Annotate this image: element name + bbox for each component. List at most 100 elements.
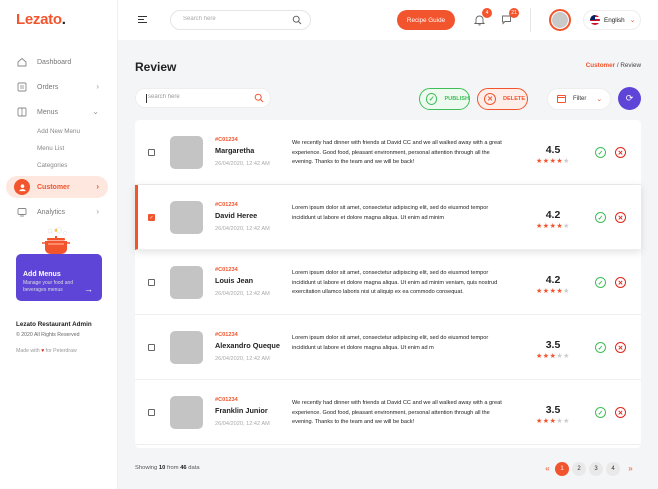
logo[interactable]: Lezato. — [16, 11, 66, 28]
text-caret — [146, 94, 147, 103]
customer-name: Alexandro Queque — [215, 341, 280, 350]
sidebar-item-dashboard[interactable]: Dashboard — [6, 51, 108, 73]
uk-flag-icon — [590, 15, 600, 25]
page-button-2[interactable]: 2 — [572, 461, 586, 476]
review-date: 26/04/2020, 12:42 AM — [215, 291, 270, 297]
arrow-right-icon[interactable]: → — [84, 284, 93, 294]
publish-button[interactable]: ✓ PUBLISH — [419, 88, 470, 110]
sidebar-item-customer[interactable]: Customer › — [6, 176, 108, 198]
breadcrumb-customer[interactable]: Customer — [586, 62, 615, 69]
sidebar-item-label: Analytics — [37, 208, 66, 216]
sidebar-subitem-add-new-menu[interactable]: Add New Menu — [37, 128, 80, 135]
approve-icon[interactable]: ✓ — [595, 147, 606, 158]
row-checkbox[interactable]: ✓ — [148, 214, 155, 221]
customer-name: David Heree — [215, 211, 258, 220]
customer-icon — [14, 179, 30, 195]
review-date: 26/04/2020, 12:42 AM — [215, 161, 270, 167]
add-menus-card[interactable]: Add Menus Manage your food and beverages… — [16, 254, 102, 301]
review-id: #C01234 — [215, 267, 238, 273]
review-text: Lorem ipsum dolor sit amet, consectetur … — [292, 205, 489, 221]
customer-name: Franklin Junior — [215, 406, 268, 415]
avatar[interactable] — [549, 9, 571, 31]
filter-dropdown[interactable]: Filter ⌄ — [547, 88, 611, 110]
star-rating: ★★★★★ — [536, 352, 576, 360]
showing-count: Showing 10 from 46 data — [135, 465, 200, 471]
footer-copyright: © 2020 All Rights Reserved — [16, 332, 80, 338]
star-rating: ★★★★★ — [536, 287, 576, 295]
reject-icon[interactable]: ✕ — [615, 342, 626, 353]
review-date: 26/04/2020, 12:42 AM — [215, 226, 270, 232]
chevron-down-icon: ⌄ — [92, 107, 99, 116]
reject-icon[interactable]: ✕ — [615, 277, 626, 288]
footer-made-with: Made with ♥ for Peterdraw — [16, 348, 77, 354]
approve-icon[interactable]: ✓ — [595, 212, 606, 223]
messages-button[interactable]: 21 — [501, 8, 519, 26]
review-row[interactable]: #C01234 Louis Jean 26/04/2020, 12:42 AM … — [135, 250, 641, 315]
search-icon[interactable] — [254, 93, 264, 105]
row-checkbox[interactable] — [148, 279, 155, 286]
search-icon[interactable] — [292, 15, 302, 27]
review-score: 3.5 — [545, 404, 561, 416]
page-button-1[interactable]: 1 — [555, 461, 569, 476]
reject-icon[interactable]: ✕ — [615, 212, 626, 223]
approve-icon[interactable]: ✓ — [595, 407, 606, 418]
top-search-box[interactable] — [170, 10, 311, 30]
review-search-box[interactable] — [135, 88, 271, 108]
review-text: We recently had dinner with friends at D… — [292, 140, 502, 165]
promo-title: Add Menus — [23, 271, 61, 278]
star-filled-icon: ★ — [536, 288, 543, 295]
sidebar-item-menus[interactable]: Menus ⌄ — [6, 101, 108, 123]
review-id: #C01234 — [215, 137, 238, 143]
next-page-icon[interactable]: » — [623, 464, 638, 473]
star-empty-icon: ★ — [563, 158, 570, 165]
approve-icon[interactable]: ✓ — [595, 342, 606, 353]
review-row[interactable]: #C01234 Franklin Junior 26/04/2020, 12:4… — [135, 380, 641, 445]
breadcrumb-review: Review — [620, 62, 641, 69]
cooking-pot-illustration — [38, 227, 74, 259]
review-id: #C01234 — [215, 332, 238, 338]
sidebar-subitem-menu-list[interactable]: Menu List — [37, 145, 64, 152]
customer-name: Margaretha — [215, 146, 255, 155]
row-checkbox[interactable] — [148, 344, 155, 351]
star-filled-icon: ★ — [536, 223, 543, 230]
page-button-3[interactable]: 3 — [589, 461, 603, 476]
review-search-input[interactable] — [148, 94, 248, 100]
page-title: Review — [135, 60, 177, 74]
review-id: #C01234 — [215, 397, 238, 403]
row-checkbox[interactable] — [148, 409, 155, 416]
promo-description: Manage your food and beverages menus — [23, 280, 74, 293]
divider — [530, 8, 531, 32]
chevron-right-icon: › — [96, 182, 99, 191]
delete-button[interactable]: ✕ DELETE — [477, 88, 528, 110]
reject-icon[interactable]: ✕ — [615, 147, 626, 158]
review-row[interactable]: ✓ #C01234 David Heree 26/04/2020, 12:42 … — [135, 185, 641, 250]
prev-page-icon[interactable]: « — [540, 464, 555, 473]
notifications-button[interactable]: 4 — [473, 8, 492, 26]
approve-icon[interactable]: ✓ — [595, 277, 606, 288]
page-button-4[interactable]: 4 — [606, 461, 620, 476]
review-row[interactable]: #C01234 Margaretha 26/04/2020, 12:42 AM … — [135, 120, 641, 185]
star-rating: ★★★★★ — [536, 417, 576, 425]
star-empty-icon: ★ — [563, 353, 570, 360]
star-filled-icon: ★ — [536, 353, 543, 360]
review-text: We recently had dinner with friends at D… — [292, 400, 502, 425]
review-date: 26/04/2020, 12:42 AM — [215, 421, 270, 427]
language-selector[interactable]: English ⌄ — [583, 10, 641, 30]
sidebar-item-label: Menus — [37, 108, 59, 116]
row-checkbox[interactable] — [148, 149, 155, 156]
recipe-guide-button[interactable]: Recipe Guide — [397, 10, 455, 30]
star-filled-icon: ★ — [536, 418, 543, 425]
hamburger-menu-icon[interactable] — [138, 16, 147, 24]
customer-name: Louis Jean — [215, 276, 254, 285]
chevron-down-icon: ⌄ — [629, 17, 636, 24]
customer-photo — [170, 331, 203, 364]
sidebar-item-analytics[interactable]: Analytics › — [6, 201, 108, 223]
footer-title: Lezato Restaurant Admin — [16, 321, 92, 328]
refresh-button[interactable]: ⟳ — [618, 87, 641, 110]
star-filled-icon: ★ — [536, 158, 543, 165]
sidebar-subitem-categories[interactable]: Categories — [37, 162, 67, 169]
review-row[interactable]: #C01234 Alexandro Queque 26/04/2020, 12:… — [135, 315, 641, 380]
top-search-input[interactable] — [183, 16, 283, 22]
sidebar-item-orders[interactable]: Orders › — [6, 76, 108, 98]
reject-icon[interactable]: ✕ — [615, 407, 626, 418]
